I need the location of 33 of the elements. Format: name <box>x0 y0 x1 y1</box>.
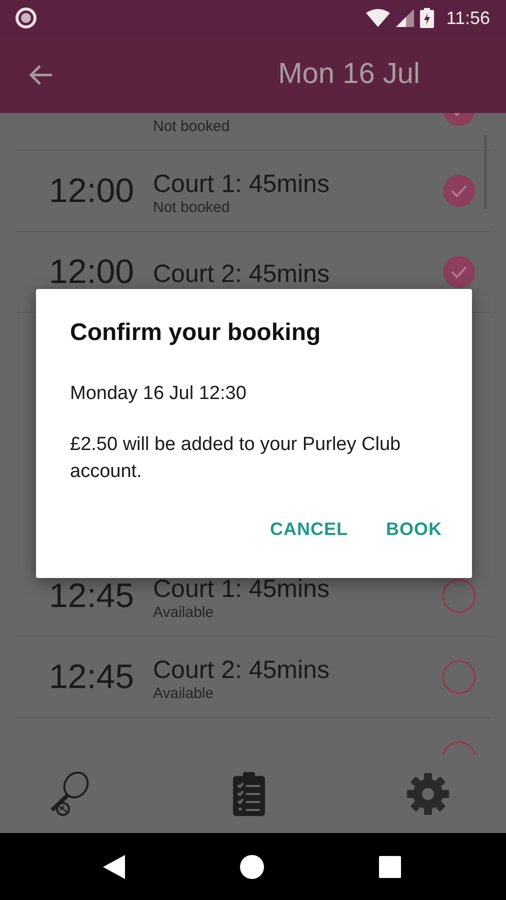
recents-icon[interactable] <box>379 856 401 878</box>
checked-circle-icon[interactable] <box>442 255 476 289</box>
back-icon[interactable] <box>103 854 125 878</box>
checked-circle-icon[interactable] <box>442 174 476 208</box>
signal-icon <box>396 9 414 27</box>
booking-status: Not booked <box>153 118 231 135</box>
back-arrow-icon[interactable] <box>28 62 54 86</box>
cancel-button[interactable]: CANCEL <box>260 511 358 548</box>
charge-message: £2.50 will be added to your Purley Club account. <box>70 433 402 484</box>
home-icon[interactable] <box>240 854 264 878</box>
booking-status: Available <box>153 685 215 702</box>
court-label: Court 2: 45mins <box>153 656 330 685</box>
slot-time: 12:00 <box>49 172 136 210</box>
date-title: Mon 16 Jul <box>278 58 420 91</box>
booking-status: Not booked <box>153 199 231 216</box>
settings-icon[interactable] <box>406 772 450 816</box>
court-label: Court 1: 45mins <box>153 575 330 604</box>
court-label: Court 1: 45mins <box>153 170 330 199</box>
dialog-title: Confirm your booking <box>70 319 322 347</box>
clock-text: 11:56 <box>446 8 490 28</box>
booking-status: Available <box>153 604 215 621</box>
slot-time: 12:45 <box>49 658 136 696</box>
court-label: Court 2: 45mins <box>153 260 330 288</box>
wifi-icon <box>366 9 390 27</box>
battery-icon <box>420 8 434 28</box>
clipboard-checklist-icon[interactable] <box>233 772 265 816</box>
slot-row[interactable]: Not booked <box>16 113 490 151</box>
record-icon <box>15 7 37 29</box>
empty-circle-icon[interactable] <box>442 579 476 613</box>
booking-date-text: Monday 16 Jul 12:30 <box>70 382 248 406</box>
book-button[interactable]: BOOK <box>376 511 452 548</box>
slot-time: 12:00 <box>49 252 136 292</box>
slot-time: 12:45 <box>49 576 136 616</box>
